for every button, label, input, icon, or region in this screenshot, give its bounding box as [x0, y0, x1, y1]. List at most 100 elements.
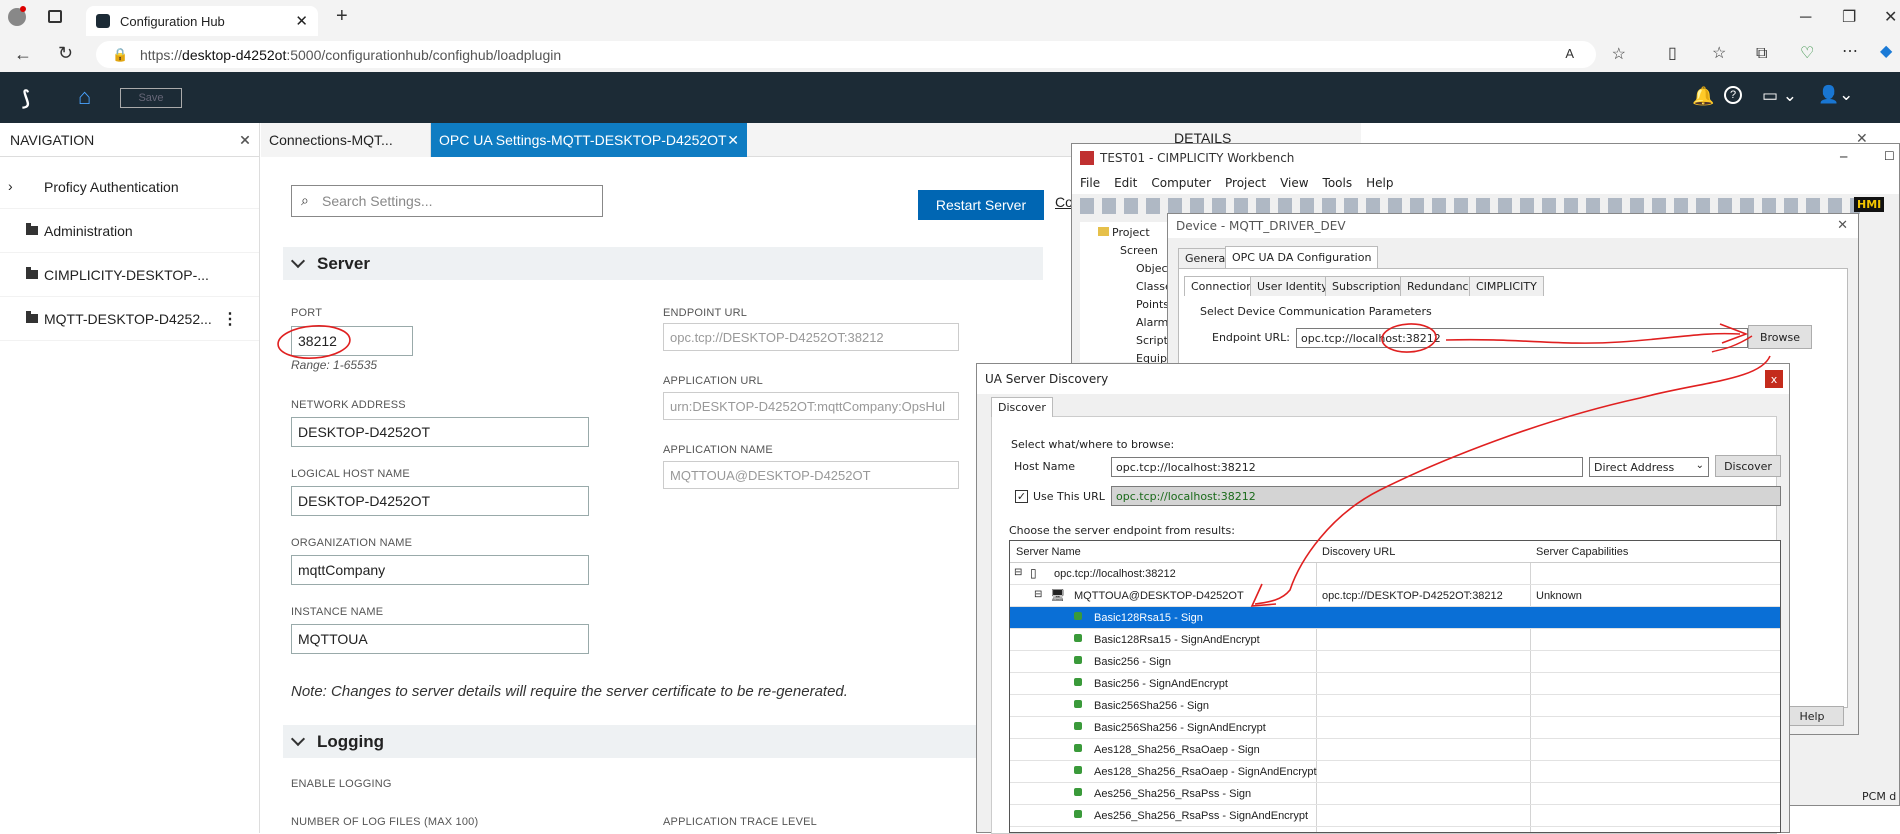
menu-tools[interactable]: Tools: [1323, 176, 1353, 190]
endpoint-row[interactable]: Basic256 - Sign: [1010, 651, 1780, 673]
server-section-header[interactable]: Server: [283, 247, 1043, 280]
home-icon[interactable]: ⌂: [78, 84, 91, 110]
subtab-cimplicity[interactable]: CIMPLICITY: [1469, 276, 1544, 296]
endpoint-url-label: ENDPOINT URL: [663, 307, 748, 319]
close-dialog-icon[interactable]: ✕: [1837, 218, 1848, 233]
column-header-discovery-url[interactable]: Discovery URL: [1322, 546, 1395, 558]
endpoint-row[interactable]: Aes128_Sha256_RsaOaep - SignAndEncrypt: [1010, 761, 1780, 783]
address-bar[interactable]: 🔒 https://desktop-d4252ot:5000/configura…: [96, 41, 1626, 68]
endpoint-row[interactable]: Basic128Rsa15 - SignAndEncrypt: [1010, 629, 1780, 651]
layout-icon[interactable]: ▭ ⌄: [1762, 86, 1797, 106]
tree-label: Project: [1112, 226, 1150, 239]
tree-row-server[interactable]: ⊟ 🖥 MQTTOUA@DESKTOP-D4252OT opc.tcp://DE…: [1010, 585, 1780, 607]
collapse-toggle-icon[interactable]: ⊟: [1014, 567, 1022, 578]
favorites-icon[interactable]: ☆: [1712, 46, 1726, 62]
restart-server-button[interactable]: Restart Server: [918, 190, 1044, 220]
endpoint-row[interactable]: Basic256 - SignAndEncrypt: [1010, 673, 1780, 695]
tab-actions-icon[interactable]: [48, 10, 62, 23]
browser-essentials-icon[interactable]: ♡: [1800, 46, 1814, 62]
tree-item-project[interactable]: Project: [1098, 226, 1150, 239]
window-close-icon[interactable]: ✕: [1884, 10, 1897, 26]
tree-row-root[interactable]: ⊟ ▯ opc.tcp://localhost:38212: [1010, 563, 1780, 585]
logical-host-input[interactable]: DESKTOP-D4252OT: [291, 486, 589, 516]
close-tab-icon[interactable]: ✕: [727, 132, 739, 149]
endpoint-row[interactable]: Basic128Rsa15 - Sign: [1010, 607, 1780, 629]
restore-icon[interactable]: ❐: [1842, 10, 1856, 26]
close-tab-icon[interactable]: ✕: [239, 132, 251, 149]
search-settings-input[interactable]: ⌕ Search Settings...: [291, 185, 603, 217]
read-aloud-icon[interactable]: A: [1565, 46, 1574, 61]
column-header-server-capabilities[interactable]: Server Capabilities: [1536, 546, 1628, 558]
tree-item-alarm[interactable]: Alarm: [1136, 316, 1168, 329]
endpoint-row[interactable]: Aes128_Sha256_RsaOaep - Sign: [1010, 739, 1780, 761]
menu-file[interactable]: File: [1080, 176, 1100, 190]
close-dialog-icon[interactable]: x: [1765, 370, 1783, 388]
use-this-url-checkbox[interactable]: ✓: [1015, 490, 1028, 503]
favorite-star-icon[interactable]: ☆: [1612, 44, 1626, 64]
workbench-title: TEST01 - CIMPLICITY Workbench: [1100, 151, 1295, 165]
nav-item-administration[interactable]: Administration: [0, 209, 259, 253]
column-header-server-name[interactable]: Server Name: [1016, 546, 1081, 558]
hmi-icon[interactable]: HMI: [1854, 197, 1885, 212]
tree-item-points[interactable]: Points: [1136, 298, 1169, 311]
instance-name-input[interactable]: MQTTOUA: [291, 624, 589, 654]
more-options-icon[interactable]: ⋮: [222, 309, 238, 329]
address-mode-select[interactable]: Direct Address ⌄: [1589, 457, 1709, 477]
collapse-chevron-icon[interactable]: [290, 253, 306, 269]
tab-opc-ua-da-config[interactable]: OPC UA DA Configuration: [1225, 246, 1379, 268]
subtab-connection[interactable]: Connection: [1184, 276, 1261, 296]
back-arrow-icon[interactable]: ←: [14, 45, 32, 63]
menu-view[interactable]: View: [1280, 176, 1308, 190]
collapse-toggle-icon[interactable]: ⊟: [1034, 589, 1042, 600]
minimize-icon[interactable]: ─: [1800, 10, 1811, 26]
network-address-input[interactable]: DESKTOP-D4252OT: [291, 417, 589, 447]
dropdown-arrow-icon[interactable]: ⌄: [1696, 460, 1704, 471]
maximize-icon[interactable]: ☐: [1884, 149, 1895, 163]
expand-chevron-icon[interactable]: ›: [8, 178, 13, 194]
host-name-input[interactable]: opc.tcp://localhost:38212: [1111, 457, 1583, 477]
menu-computer[interactable]: Computer: [1151, 176, 1211, 190]
tab-opc-ua-settings[interactable]: OPC UA Settings-MQTT-DESKTOP-D4252OT ✕: [431, 123, 747, 157]
save-button[interactable]: Save: [120, 88, 182, 108]
browse-button[interactable]: Browse: [1748, 325, 1812, 349]
port-input[interactable]: 38212: [291, 326, 413, 356]
help-icon[interactable]: ?: [1724, 86, 1742, 104]
endpoint-row[interactable]: Aes256_Sha256_RsaPss - SignAndEncrypt: [1010, 805, 1780, 827]
tree-item-screen[interactable]: Screen: [1120, 244, 1158, 257]
tree-item-objects[interactable]: Objec: [1136, 262, 1168, 275]
nav-item-mqtt[interactable]: MQTT-DESKTOP-D4252... ⋮: [0, 297, 259, 341]
organization-name-input[interactable]: mqttCompany: [291, 555, 589, 585]
close-tab-icon[interactable]: ✕: [295, 12, 308, 30]
split-screen-icon[interactable]: ▯: [1668, 46, 1677, 62]
profile-notification-dot: [20, 6, 26, 12]
tree-item-script[interactable]: Script: [1136, 334, 1168, 347]
notifications-icon[interactable]: 🔔: [1692, 86, 1714, 107]
browser-tab[interactable]: Configuration Hub ✕: [86, 6, 318, 36]
new-tab-icon[interactable]: +: [336, 6, 348, 26]
discover-button[interactable]: Discover: [1715, 455, 1781, 477]
menu-edit[interactable]: Edit: [1114, 176, 1137, 190]
endpoint-row[interactable]: Basic256Sha256 - Sign: [1010, 695, 1780, 717]
user-icon[interactable]: 👤⌄: [1818, 85, 1853, 105]
app-logo-icon[interactable]: ⟆: [22, 86, 30, 111]
endpoint-row[interactable]: Aes256_Sha256_RsaPss - Sign: [1010, 783, 1780, 805]
menu-help[interactable]: Help: [1366, 176, 1393, 190]
endpoint-security-icon: [1074, 744, 1082, 752]
site-info-icon[interactable]: 🔒: [112, 47, 128, 63]
subtab-user-identity[interactable]: User Identity: [1250, 276, 1335, 296]
menu-project[interactable]: Project: [1225, 176, 1266, 190]
tab-connections[interactable]: Connections-MQT...: [261, 123, 431, 157]
endpoint-row[interactable]: Basic256Sha256 - SignAndEncrypt: [1010, 717, 1780, 739]
collections-icon[interactable]: ⧉: [1756, 46, 1767, 62]
collapse-chevron-icon[interactable]: [290, 731, 306, 747]
more-menu-icon[interactable]: ⋯: [1842, 44, 1858, 60]
toolbar-icons[interactable]: [1080, 198, 1860, 214]
refresh-icon[interactable]: ↻: [58, 44, 73, 62]
logging-section-header[interactable]: Logging: [283, 725, 1043, 758]
device-endpoint-url-input[interactable]: opc.tcp://localhost:38212: [1296, 328, 1748, 348]
copilot-icon[interactable]: ◆: [1880, 44, 1892, 60]
minimize-icon[interactable]: ─: [1840, 150, 1847, 164]
tab-discover[interactable]: Discover: [991, 397, 1053, 417]
nav-item-cimplicity[interactable]: CIMPLICITY-DESKTOP-...: [0, 253, 259, 297]
nav-item-proficy-authentication[interactable]: › Proficy Authentication: [0, 165, 259, 209]
